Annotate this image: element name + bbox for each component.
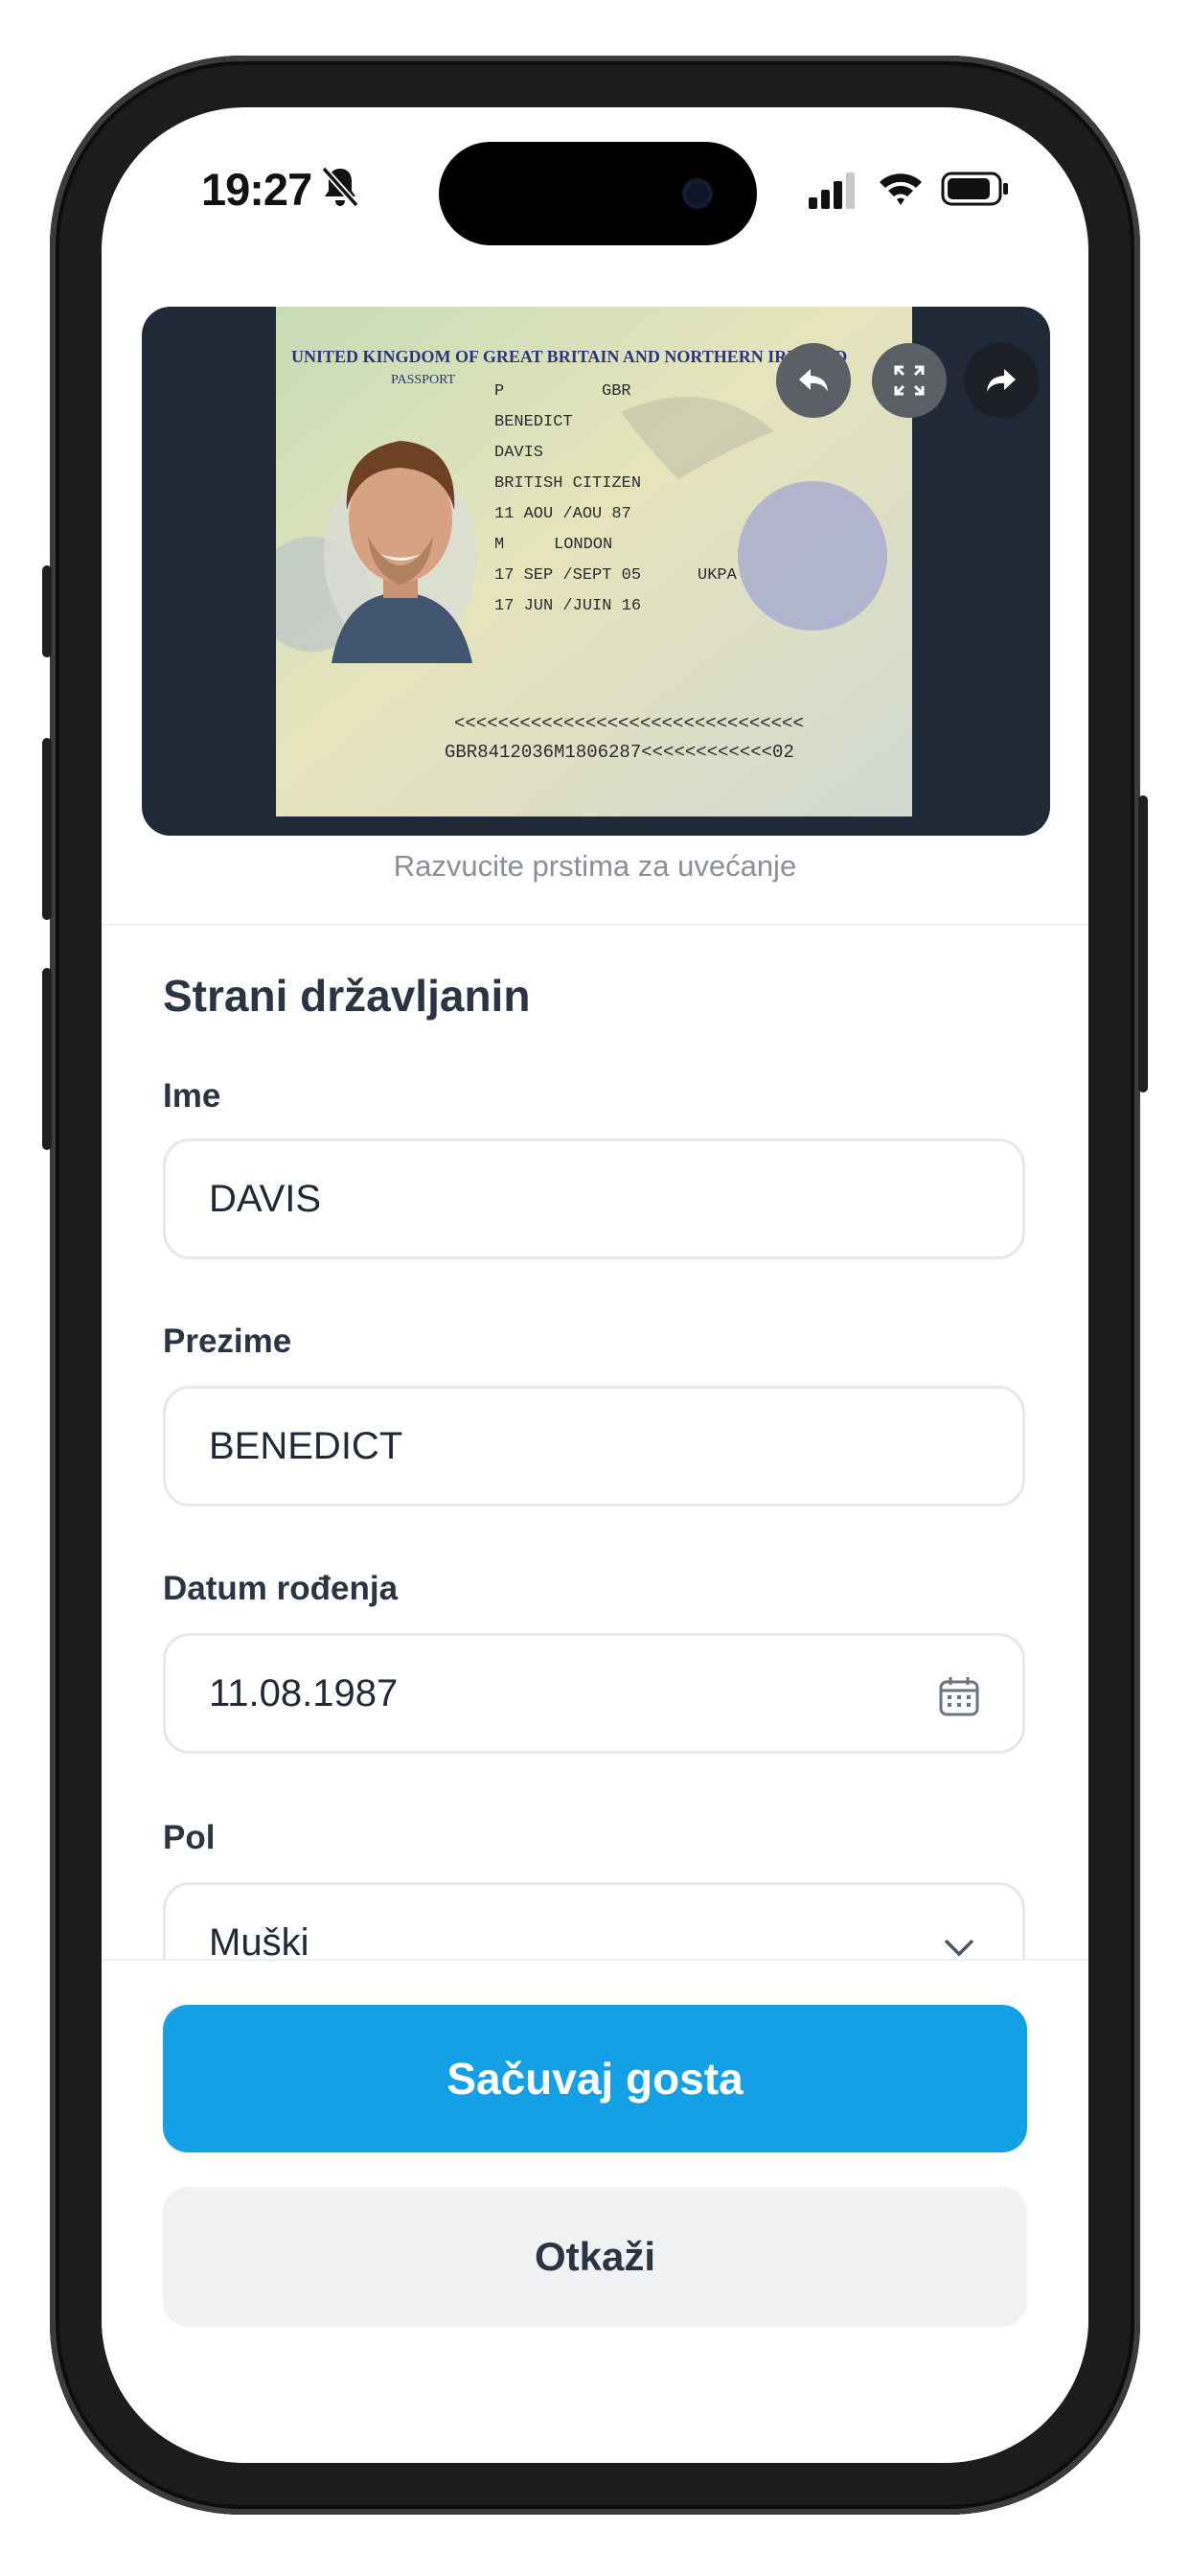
action-bar: Sačuvaj gosta Otkaži bbox=[102, 1959, 1088, 2463]
passport-birth-date: 11 AOU /AOU 87 bbox=[494, 505, 631, 523]
passport-sex: M bbox=[494, 536, 504, 554]
passport-authority: UKPA bbox=[698, 566, 738, 585]
phone-power-button bbox=[1138, 795, 1148, 1092]
birth-date-value: 11.08.1987 bbox=[209, 1672, 399, 1714]
save-guest-button[interactable]: Sačuvaj gosta bbox=[163, 2005, 1027, 2152]
passport-image-viewer[interactable]: UNITED KINGDOM OF GREAT BRITAIN AND NORT… bbox=[142, 307, 1050, 836]
first-name-label: Ime bbox=[163, 1077, 221, 1115]
passport-code: GBR bbox=[602, 382, 631, 401]
phone-volume-up-button bbox=[42, 738, 52, 920]
passport-nationality: BRITISH CITIZEN bbox=[494, 474, 641, 493]
expand-button[interactable] bbox=[872, 343, 947, 418]
birth-date-label: Datum rođenja bbox=[163, 1570, 399, 1607]
passport-issue-date: 17 SEP /SEPT 05 bbox=[494, 566, 641, 585]
passport-mrz-line2: GBR8412036M1806287<<<<<<<<<<<<02 bbox=[445, 742, 794, 763]
zoom-hint-text: Razvucite prstima za uvećanje bbox=[393, 849, 797, 883]
gender-label: Pol bbox=[163, 1819, 216, 1856]
phone-action-button bbox=[42, 565, 52, 657]
passport-mrz-line1: <<<<<<<<<<<<<<<<<<<<<<<<<<<<<<<< bbox=[454, 713, 804, 734]
birth-date-input[interactable]: 11.08.1987 bbox=[163, 1633, 1025, 1754]
passport-given-names: DAVIS bbox=[494, 444, 543, 462]
battery-icon bbox=[941, 172, 1008, 206]
passport-header-text: UNITED KINGDOM OF GREAT BRITAIN AND NORT… bbox=[291, 347, 847, 366]
share-icon bbox=[987, 369, 1016, 392]
passport-surname: BENEDICT bbox=[494, 413, 573, 431]
last-name-label: Prezime bbox=[163, 1322, 292, 1360]
undo-button[interactable] bbox=[776, 343, 851, 418]
undo-icon bbox=[799, 369, 828, 392]
passport-seal bbox=[738, 481, 887, 631]
passport-doc-label: PASSPORT bbox=[391, 373, 456, 387]
phone-screen: 19:27 UNITED KINGDOM OF GREAT BRITAIN AN… bbox=[102, 107, 1088, 2463]
front-camera bbox=[682, 178, 713, 209]
signal-icon bbox=[809, 172, 855, 209]
section-divider bbox=[102, 924, 1088, 926]
last-name-input[interactable]: BENEDICT bbox=[163, 1386, 1025, 1506]
phone-volume-down-button bbox=[42, 968, 52, 1150]
last-name-value: BENEDICT bbox=[209, 1425, 403, 1467]
calendar-icon[interactable] bbox=[936, 1674, 982, 1720]
wifi-icon bbox=[880, 173, 922, 205]
dynamic-island bbox=[439, 142, 757, 245]
passport-birth-place: LONDON bbox=[554, 536, 612, 554]
expand-icon bbox=[894, 365, 925, 396]
status-bar: 19:27 bbox=[102, 107, 1088, 251]
first-name-value: DAVIS bbox=[209, 1178, 322, 1220]
passport-type: P bbox=[494, 382, 504, 401]
form-title: Strani državljanin bbox=[163, 971, 531, 1021]
passport-expiry-date: 17 JUN /JUIN 16 bbox=[494, 597, 641, 615]
cancel-button[interactable]: Otkaži bbox=[163, 2187, 1027, 2327]
share-button[interactable] bbox=[964, 343, 1039, 418]
status-time: 19:27 bbox=[201, 164, 312, 215]
bell-muted-icon bbox=[321, 166, 359, 208]
first-name-input[interactable]: DAVIS bbox=[163, 1138, 1025, 1259]
